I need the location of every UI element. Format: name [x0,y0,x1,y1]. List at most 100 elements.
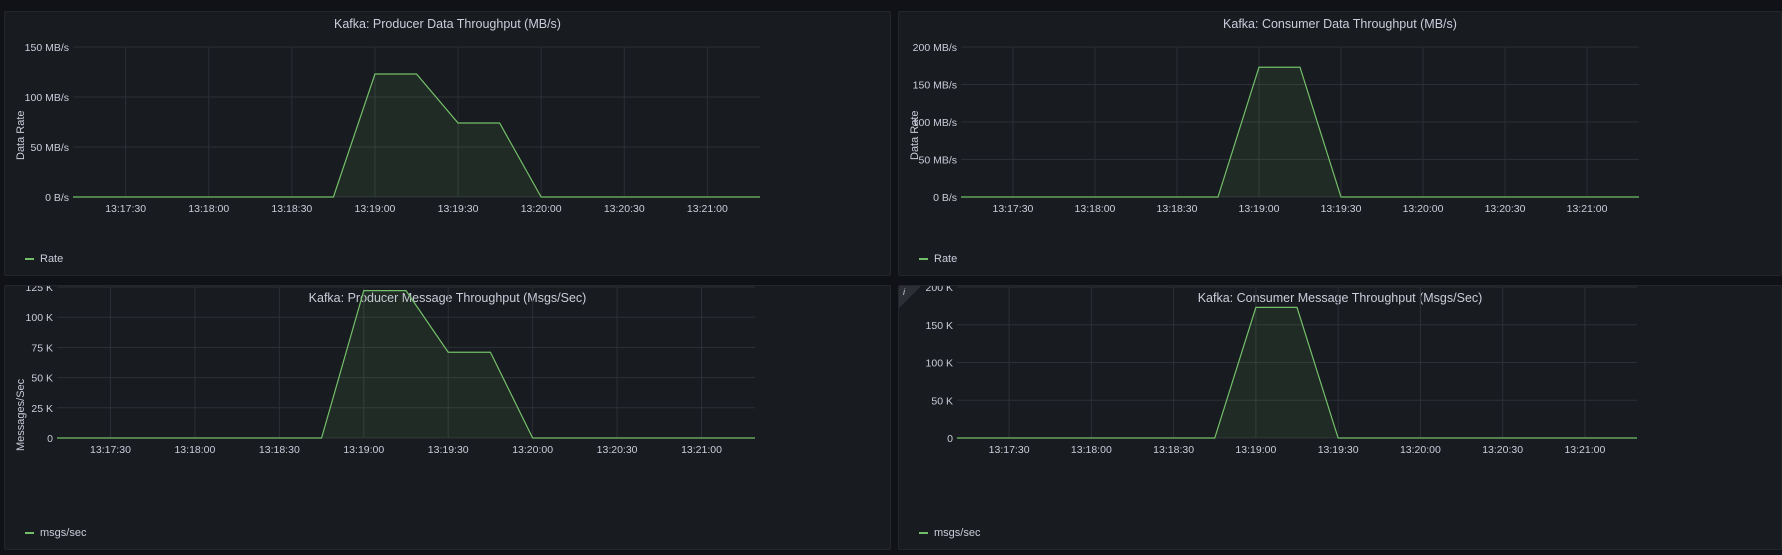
x-tick-label: 13:17:30 [993,203,1034,215]
y-tick-label: 0 B/s [45,192,69,204]
data-point[interactable] [955,436,958,439]
data-point[interactable] [447,351,450,354]
x-tick-label: 13:21:00 [681,444,722,456]
data-point[interactable] [415,72,418,75]
data-point[interactable] [71,195,74,198]
y-tick-label: 75 K [31,342,53,354]
data-point[interactable] [531,436,534,439]
x-tick-label: 13:20:30 [1485,203,1526,215]
data-point[interactable] [1213,436,1216,439]
y-tick-label: 25 K [31,403,53,415]
x-tick-label: 13:18:00 [1071,444,1112,456]
data-point[interactable] [758,195,761,198]
y-tick-label: 150 MB/s [25,42,69,54]
data-point[interactable] [540,195,543,198]
chart-svg: 0 B/s 50 MB/s 100 MB/s 150 MB/s 13:17:30 13:1… [25,42,761,215]
chart-svg: 0 B/s 50 MB/s 100 MB/s 150 MB/s 200 MB/s 13:1… [913,42,1640,215]
y-tick-label: 125 K [26,285,53,294]
data-point[interactable] [1295,306,1298,309]
legend[interactable]: Rate [25,253,63,265]
x-tick-label: 13:19:00 [1239,203,1280,215]
panel-consumer-message-throughput[interactable]: i Kafka: Consumer Message Throughput (Ms… [898,285,1782,550]
series-area [57,290,755,438]
data-point[interactable] [362,289,365,292]
x-tick-label: 13:21:00 [687,203,728,215]
x-tick-label: 13:19:00 [355,203,396,215]
chart-svg: 0 25 K 50 K 75 K 100 K 125 K 13:17:30 13:18:00 1… [26,285,756,456]
data-point[interactable] [320,436,323,439]
data-point[interactable] [498,121,501,124]
panel-producer-data-throughput[interactable]: Kafka: Producer Data Throughput (MB/s) D… [4,11,891,276]
y-tick-label: 0 B/s [933,192,957,204]
data-point[interactable] [1298,66,1301,69]
data-point[interactable] [1257,66,1260,69]
x-tick-label: 13:20:00 [521,203,562,215]
y-tick-label: 100 K [26,312,53,324]
x-tick-label: 13:19:30 [1321,203,1362,215]
x-tick-label: 13:18:30 [271,203,312,215]
y-tick-label: 150 K [926,320,953,332]
data-point[interactable] [373,72,376,75]
data-point[interactable] [489,351,492,354]
data-point[interactable] [55,436,58,439]
data-point[interactable] [1254,306,1257,309]
legend-label[interactable]: Rate [40,253,63,265]
x-tick-label: 13:19:30 [428,444,469,456]
x-tick-label: 13:18:00 [1075,203,1116,215]
series-area [957,307,1637,438]
data-point[interactable] [404,289,407,292]
data-point[interactable] [1637,195,1640,198]
data-point[interactable] [959,195,962,198]
x-tick-label: 13:21:00 [1567,203,1608,215]
x-tick-label: 13:19:30 [438,203,479,215]
y-tick-label: 100 MB/s [25,92,69,104]
data-point[interactable] [1337,436,1340,439]
legend-label[interactable]: Rate [934,253,957,265]
legend-swatch [919,258,928,260]
y-tick-label: 100 MB/s [913,117,957,129]
y-tick-label: 100 K [926,358,953,370]
y-tick-label: 50 MB/s [918,155,957,167]
y-tick-label: 50 MB/s [30,142,69,154]
legend-label[interactable]: msgs/sec [934,527,980,539]
x-tick-label: 13:20:30 [1482,444,1523,456]
x-tick-label: 13:18:30 [259,444,300,456]
x-tick-label: 13:20:30 [597,444,638,456]
data-point[interactable] [332,195,335,198]
x-tick-label: 13:19:00 [1235,444,1276,456]
x-tick-label: 13:18:00 [174,444,215,456]
series-area [961,67,1639,197]
y-tick-label: 0 [47,433,53,445]
data-point[interactable] [456,121,459,124]
panel-consumer-data-throughput[interactable]: Kafka: Consumer Data Throughput (MB/s) D… [898,11,1782,276]
panel-producer-message-throughput[interactable]: Kafka: Producer Message Throughput (Msgs… [4,285,891,550]
x-tick-label: 13:18:30 [1157,203,1198,215]
legend[interactable]: Rate [919,253,957,265]
legend-swatch [919,532,928,534]
x-tick-label: 13:21:00 [1564,444,1605,456]
y-tick-label: 50 K [931,395,953,407]
y-tick-label: 150 MB/s [913,80,957,92]
data-point[interactable] [1635,436,1638,439]
data-point[interactable] [753,436,756,439]
x-tick-label: 13:19:00 [343,444,384,456]
series-area [73,74,760,197]
legend-label[interactable]: msgs/sec [40,527,86,539]
x-tick-label: 13:20:00 [512,444,553,456]
x-tick-label: 13:20:00 [1400,444,1441,456]
legend[interactable]: msgs/sec [919,527,980,539]
chart-svg: 0 50 K 100 K 150 K 200 K 13:17:30 13:18:00 13:1… [926,285,1638,456]
y-tick-label: 50 K [31,373,53,385]
x-tick-label: 13:18:30 [1153,444,1194,456]
legend-swatch [25,258,34,260]
y-tick-label: 0 [947,433,953,445]
data-point[interactable] [1339,195,1342,198]
x-tick-label: 13:19:30 [1318,444,1359,456]
legend[interactable]: msgs/sec [25,527,86,539]
legend-swatch [25,532,34,534]
data-point[interactable] [1216,195,1219,198]
x-tick-label: 13:17:30 [90,444,131,456]
x-tick-label: 13:17:30 [105,203,146,215]
y-tick-label: 200 K [926,285,953,294]
x-tick-label: 13:20:00 [1403,203,1444,215]
